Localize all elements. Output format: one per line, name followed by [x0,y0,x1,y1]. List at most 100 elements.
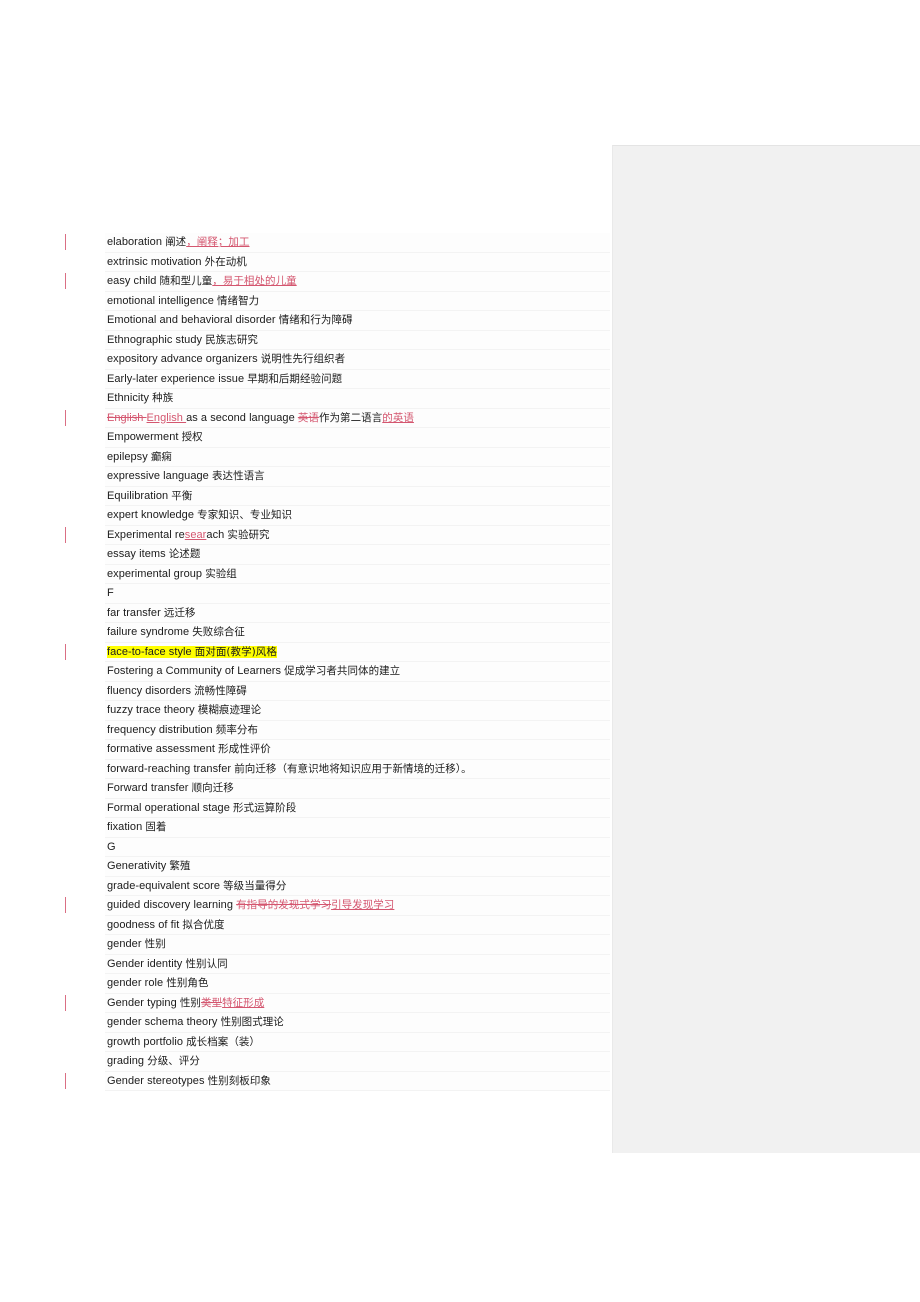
glossary-entry-text: fuzzy trace theory 模糊痕迹理论 [105,701,610,721]
glossary-row: formative assessment 形成性评价 [65,740,610,760]
text-run: forward-reaching transfer [107,762,235,775]
glossary-entry-text: easy child 随和型儿童，易于相处的儿童 [105,272,610,292]
text-run: 固着 [145,821,167,833]
text-run: transfer [150,782,192,794]
change-bar-marker [65,409,66,426]
glossary-entry-text: expert knowledge 专家知识、专业知识 [105,506,610,526]
change-bar-marker [65,994,66,1011]
glossary-entry-text: elaboration 阐述，阐释；加工 [105,233,610,253]
inserted-text-run: 特征形成 [222,996,265,1009]
text-run: F [107,587,114,599]
glossary-row: Early-later experience issue 早期和后期经验问题 [65,369,610,389]
glossary-entry-text: gender 性别 [105,935,610,955]
text-run: Generativity [107,860,170,872]
text-run: 模糊痕迹理论 [197,704,262,716]
text-run: 前向迁移（有意识地将知识应用于新情境的迁移）。 [234,762,472,775]
text-run: fuzzy trace theory [107,704,198,716]
glossary-entry-text: Generativity 繁殖 [105,857,610,877]
text-run: 流畅性障碍 [194,684,247,697]
glossary-row: failure syndrome 失败综合征 [65,623,610,643]
text-run: expert knowledge [107,509,198,521]
text-run: Ethnographic study [107,333,206,346]
glossary-entry-text: face-to-face style 面对面(教学)风格 [105,642,610,662]
change-bar-marker [65,643,66,660]
text-run: 种族 [152,392,174,404]
text-run: 实验组 [205,567,237,580]
glossary-entry-text: far transfer 远迁移 [105,603,610,623]
text-run: gender [107,938,145,950]
glossary-row: expressive language 表达性语言 [65,467,610,487]
change-bar-marker [65,234,66,250]
text-run: experimental group [107,567,206,580]
glossary-row: Gender stereotypes 性别刻板印象 [65,1071,610,1091]
glossary-entry-text: Emotional and behavioral disorder 情绪和行为障… [105,311,610,331]
inserted-text-run: 的英语 [382,411,414,424]
text-run: goodness of fit [107,918,183,931]
glossary-entry-text: epilepsy 癫痫 [105,447,610,467]
glossary-entry-text: extrinsic motivation 外在动机 [105,252,610,272]
text-run: 说明性先行组织者 [260,353,346,365]
text-run: 性别刻板印象 [207,1074,271,1087]
inserted-text-run: ，阐释；加工 [186,236,250,248]
glossary-row: grading 分级、评分 [65,1052,610,1072]
deleted-text-run: 有指导的发现式学习 [236,899,332,911]
glossary-row: gender role 性别角色 [65,974,610,994]
text-run: G [107,840,116,853]
text-run: grading [107,1055,148,1067]
text-run: 拟合优度 [182,918,225,931]
text-run: Fostering a Community of Learners [107,665,285,677]
text-run: ach [206,528,228,541]
glossary-row: essay items 论述题 [65,545,610,565]
glossary-entry-text: Forward transfer 顺向迁移 [105,779,610,799]
glossary-entry-text: expressive language 表达性语言 [105,467,610,487]
text-run: expository advance organizers [107,353,261,365]
text-run: 授权 [181,431,203,443]
text-run: Early-later experience issue [107,372,248,385]
glossary-entry-text: grade-equivalent score 等级当量得分 [105,876,610,896]
glossary-row: Formal operational stage 形式运算阶段 [65,798,610,818]
text-run: 性别角色 [166,977,209,989]
glossary-row: gender schema theory 性别图式理论 [65,1013,610,1033]
change-bar-marker [65,526,66,543]
text-run: far transfer [107,606,164,619]
glossary-row: fixation 固着 [65,818,610,838]
inserted-text-run: 引导发现学习 [331,899,395,911]
glossary-entry-text: emotional intelligence 情绪智力 [105,291,610,311]
text-run: 形成性评价 [218,743,271,755]
text-run: 性别认同 [185,957,228,970]
glossary-row: F [65,584,610,604]
text-run: Experimental re [107,528,185,541]
glossary-row: epilepsy 癫痫 [65,447,610,467]
glossary-entry-text: Experimental researach 实验研究 [105,525,610,545]
text-run: guided discovery learning [107,899,237,911]
glossary-entry-text: experimental group 实验组 [105,564,610,584]
text-run: frequency distribution [107,723,216,736]
glossary-row: grade-equivalent score 等级当量得分 [65,876,610,896]
text-run: Ethnicity [107,392,153,404]
text-run: 随和型儿童 [159,275,213,287]
glossary-row: elaboration 阐述，阐释；加工 [65,233,610,253]
text-run: 癫痫 [150,450,172,463]
text-run: Empowerment [107,431,182,443]
glossary-entry-text: frequency distribution 频率分布 [105,720,610,740]
text-run: 专家知识、专业知识 [197,509,293,521]
change-bar-marker [65,273,66,289]
text-run: Gender identity [107,957,186,970]
text-run: expressive language [107,470,212,482]
text-run: 外在动机 [204,255,247,268]
glossary-row: Empowerment 授权 [65,428,610,448]
glossary-entry-text: forward-reaching transfer 前向迁移（有意识地将知识应用… [105,759,610,779]
text-run: 形式运算阶段 [232,801,297,814]
glossary-row: Gender typing 性别类型特征形成 [65,993,610,1013]
glossary-entry-text: grading 分级、评分 [105,1052,610,1072]
text-run: and behavioral disorder [159,314,279,326]
glossary-entry-text: gender role 性别角色 [105,974,610,994]
glossary-row: far transfer 远迁移 [65,603,610,623]
text-run: 促成学习者共同体的建立 [284,665,401,677]
text-run: 实验研究 [227,528,270,541]
text-run: emotional intelligence [107,294,217,307]
text-run: Equilibration [107,489,172,502]
inserted-text-run: ，易于相处的儿童 [212,275,297,287]
deleted-text-run: 英语 [297,411,319,424]
glossary-row: English English as a second language 英语作… [65,408,610,428]
